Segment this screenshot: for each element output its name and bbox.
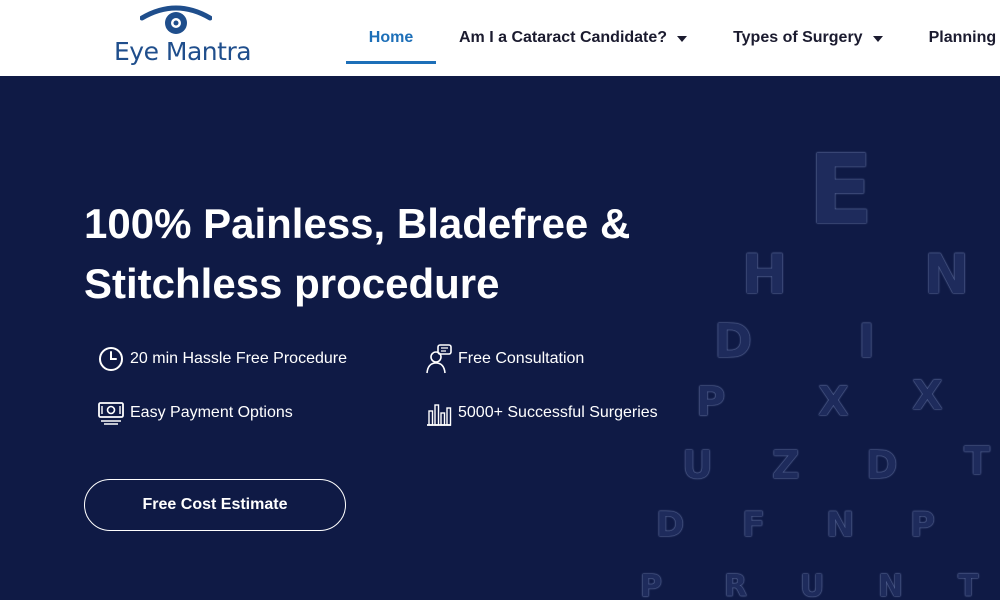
nav-item-label: Types of Surgery — [733, 29, 863, 46]
feature-label: Easy Payment Options — [130, 404, 293, 421]
eye-chart-letter: F — [742, 505, 766, 545]
consultation-icon — [424, 344, 454, 374]
nav-item-label: Planning — [928, 29, 997, 46]
nav-item-label: Am I a Cataract Candidate? — [459, 29, 668, 46]
nav-item-label: Home — [368, 29, 414, 46]
feature-item: 5000+ Successful Surgeries — [424, 398, 658, 428]
eye-chart-letter: D — [714, 314, 753, 368]
feature-label: Free Consultation — [458, 350, 585, 367]
feature-item: Free Consultation — [424, 344, 584, 374]
clock-icon — [96, 344, 126, 374]
eye-chart-letter: Z — [772, 443, 800, 487]
active-underline — [346, 61, 436, 64]
eye-chart-letter: X — [912, 373, 943, 419]
eye-chart-letter: N — [924, 243, 970, 306]
eye-chart-letter: P — [640, 569, 662, 600]
nav-item-planning[interactable]: Planning — [929, 0, 997, 76]
hero-section: E H N D I X P T X U Z D D F N P P R U N … — [0, 76, 1000, 600]
nav-item-cataract-candidate[interactable]: Am I a Cataract Candidate? — [459, 0, 688, 76]
nav-item-types-of-surgery[interactable]: Types of Surgery — [733, 0, 883, 76]
eye-chart-letter: N — [878, 569, 904, 600]
feature-label: 20 min Hassle Free Procedure — [130, 350, 347, 367]
feature-label: 5000+ Successful Surgeries — [458, 404, 658, 421]
brand-name: Eye Mantra — [114, 37, 252, 66]
eye-chart-letter: P — [910, 505, 935, 545]
eye-chart-letter: X — [818, 379, 849, 425]
logo[interactable]: Eye Mantra — [110, 4, 252, 68]
chevron-down-icon — [677, 36, 688, 42]
free-cost-estimate-button[interactable]: Free Cost Estimate — [84, 479, 346, 531]
eye-chart-letter: P — [696, 379, 726, 425]
eye-chart-letter: H — [742, 243, 788, 306]
eye-chart-letter: R — [724, 569, 748, 600]
eye-logo-icon — [140, 5, 212, 34]
payment-icon — [96, 398, 126, 428]
eye-chart-letter: E — [808, 134, 874, 246]
feature-item: Easy Payment Options — [96, 398, 293, 428]
eye-chart-letter: T — [958, 569, 979, 600]
feature-item: 20 min Hassle Free Procedure — [96, 344, 347, 374]
hero-headline: 100% Painless, Bladefree & Stitchless pr… — [84, 200, 631, 307]
eye-chart-letter: D — [656, 505, 685, 545]
main-nav: Home Am I a Cataract Candidate? Types of… — [346, 0, 996, 76]
eye-chart-letter: N — [826, 505, 855, 545]
eye-chart-letter: I — [858, 314, 876, 368]
site-header: Eye Mantra Home Am I a Cataract Candidat… — [0, 0, 1000, 76]
nav-item-home[interactable]: Home — [346, 0, 436, 76]
eye-chart-letter: U — [800, 569, 825, 600]
eye-chart-letter: D — [866, 443, 898, 487]
surgeries-chart-icon — [424, 398, 454, 428]
eye-chart-letter: U — [682, 443, 713, 487]
eye-chart-letter: T — [964, 439, 990, 483]
chevron-down-icon — [872, 36, 883, 42]
